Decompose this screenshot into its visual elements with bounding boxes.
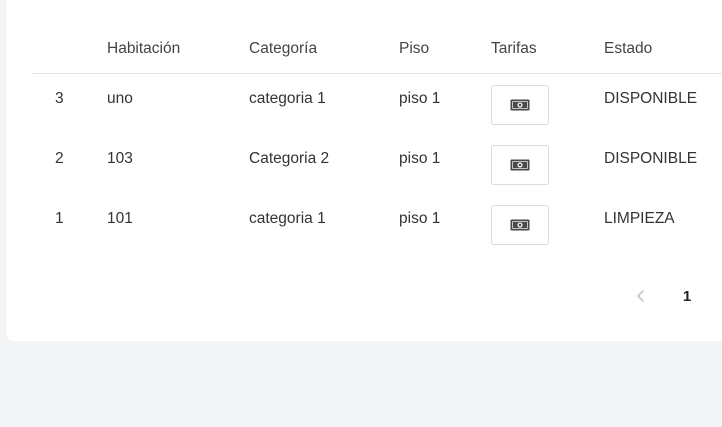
- column-header-piso: Piso: [399, 25, 491, 74]
- tarifas-button[interactable]: [491, 145, 549, 185]
- table-header-row: Habitación Categoría Piso Tarifas Estado: [32, 25, 722, 74]
- column-header-id: [32, 25, 107, 74]
- column-header-habitacion: Habitación: [107, 25, 249, 74]
- row-id: 3: [55, 90, 64, 107]
- pagination-prev-button[interactable]: [627, 282, 655, 310]
- column-header-tarifas: Tarifas: [491, 25, 604, 74]
- row-piso: piso 1: [399, 210, 441, 227]
- row-id: 1: [55, 210, 64, 227]
- row-piso: piso 1: [399, 150, 441, 167]
- rooms-table: Habitación Categoría Piso Tarifas Estado…: [32, 25, 722, 254]
- money-icon: [510, 159, 530, 171]
- table-row: 1 101 categoria 1 piso 1 LIMPIEZA: [32, 194, 722, 254]
- pagination-page-current[interactable]: 1: [673, 282, 701, 310]
- row-estado: DISPONIBLE: [604, 90, 698, 107]
- table-row: 2 103 Categoria 2 piso 1 DISPONIBLE: [32, 134, 722, 194]
- table-row: 3 uno categoria 1 piso 1 DISPONIBLE: [32, 74, 722, 135]
- tarifas-button[interactable]: [491, 85, 549, 125]
- row-estado: DISPONIBLE: [604, 150, 698, 167]
- rooms-card: Habitación Categoría Piso Tarifas Estado…: [7, 0, 722, 341]
- money-icon: [510, 219, 530, 231]
- column-header-estado: Estado: [604, 25, 722, 74]
- column-header-categoria: Categoría: [249, 25, 399, 74]
- row-habitacion: 101: [107, 210, 133, 227]
- row-habitacion: uno: [107, 90, 133, 107]
- pagination: 1: [627, 282, 701, 310]
- tarifas-button[interactable]: [491, 205, 549, 245]
- row-categoria: Categoria 2: [249, 150, 330, 167]
- row-id: 2: [55, 150, 64, 167]
- row-categoria: categoria 1: [249, 90, 326, 107]
- row-categoria: categoria 1: [249, 210, 326, 227]
- chevron-left-icon: [637, 290, 644, 302]
- money-icon: [510, 99, 530, 111]
- row-piso: piso 1: [399, 90, 441, 107]
- row-habitacion: 103: [107, 150, 133, 167]
- row-estado: LIMPIEZA: [604, 210, 675, 227]
